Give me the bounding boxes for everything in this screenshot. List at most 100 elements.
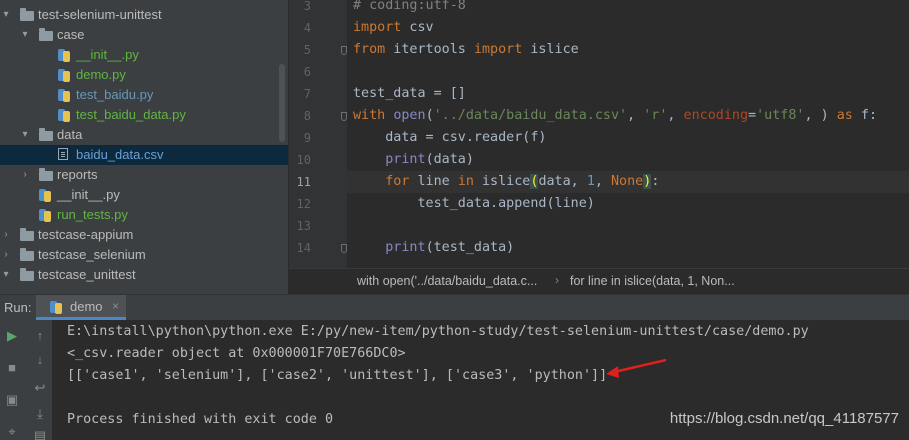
tree-item[interactable]: baidu_data.csv	[0, 145, 288, 165]
chevron-down-icon[interactable]: ▾	[19, 125, 31, 145]
scroll-up-icon[interactable]: ↑	[30, 326, 50, 346]
line-number: 7	[303, 87, 311, 101]
chevron-right-icon[interactable]: ›	[0, 225, 12, 245]
code-line[interactable]: import csv	[353, 17, 434, 39]
tree-item[interactable]: __init__.py	[0, 185, 288, 205]
tree-item[interactable]: demo.py	[0, 65, 288, 85]
code-line[interactable]: from itertools import islice	[353, 39, 579, 61]
code-line[interactable]: for line in islice(data, 1, None):	[353, 171, 659, 193]
tree-item[interactable]: › testcase-appium	[0, 225, 288, 245]
code-token: print	[385, 152, 426, 167]
chevron-down-icon[interactable]: ▾	[0, 5, 12, 25]
code-token: itertools	[385, 42, 474, 57]
restore-layout-icon[interactable]: ▣	[2, 390, 22, 410]
tree-item-label: testcase-appium	[38, 227, 134, 242]
python-file-icon	[58, 68, 72, 82]
code-line[interactable]: test_data = []	[353, 83, 466, 105]
tree-item[interactable]: test_baidu.py	[0, 85, 288, 105]
tree-item[interactable]: ▾ case	[0, 25, 288, 45]
rerun-icon[interactable]: ▶	[2, 326, 22, 346]
python-file-icon	[58, 108, 72, 122]
tree-item-label: test_baidu_data.py	[76, 107, 186, 122]
line-number: 3	[303, 0, 311, 13]
run-toolbar: ▶ ↑ ■ ↓ ▣ ↩ ⤓ ▤ ⌖	[0, 320, 52, 440]
scroll-down-icon[interactable]: ↓	[30, 350, 50, 370]
code-token: 'r'	[643, 108, 668, 123]
tree-item[interactable]: ▾ data	[0, 125, 288, 145]
chevron-right-icon[interactable]: ›	[0, 245, 12, 265]
line-number: 9	[303, 131, 311, 145]
tree-item-label: __init__.py	[76, 47, 139, 62]
code-token: test_data.append(line)	[353, 196, 595, 211]
tree-item[interactable]: ▾ test-selenium-unittest	[0, 5, 288, 25]
code-editor[interactable]: 3 4 5 6 7 8 9 10 11 12 13 14 # coding:utf-8 import c…	[289, 0, 909, 268]
fold-icon[interactable]	[341, 112, 347, 121]
print-icon[interactable]: ▤	[30, 426, 50, 440]
tree-item[interactable]: › testcase_selenium	[0, 245, 288, 265]
breadcrumb: with open('../data/baidu_data.c... › for…	[289, 268, 909, 294]
breadcrumb-item-for-loop[interactable]: for line in islice(data, 1, Non...	[570, 274, 735, 288]
line-number: 6	[303, 65, 311, 79]
tree-item-label: case	[57, 27, 85, 42]
tree-item[interactable]: run_tests.py	[0, 205, 288, 225]
code-token: ,	[627, 108, 644, 123]
code-token: f:	[852, 108, 878, 123]
chevron-down-icon[interactable]: ▾	[19, 25, 31, 45]
run-tab-demo[interactable]: demo ×	[36, 295, 126, 320]
run-tab-label: demo	[70, 299, 103, 314]
code-line[interactable]: data = csv.reader(f)	[353, 127, 546, 149]
code-token: for	[385, 174, 410, 189]
annotation-arrow-shaft	[613, 358, 667, 374]
tree-item[interactable]: test_baidu_data.py	[0, 105, 288, 125]
chevron-down-icon[interactable]: ▾	[0, 265, 12, 285]
close-icon[interactable]: ×	[112, 299, 119, 313]
python-file-icon	[39, 208, 53, 222]
code-token: open	[393, 108, 426, 123]
breadcrumb-item-with-open[interactable]: with open('../data/baidu_data.c...	[357, 274, 537, 288]
code-token: in	[457, 174, 474, 189]
console-line-exit: Process finished with exit code 0	[67, 412, 334, 427]
tree-item-label: data	[57, 127, 83, 142]
code-token: ,	[667, 108, 684, 123]
scroll-to-end-icon[interactable]: ⤓	[30, 404, 50, 424]
tree-item[interactable]: › reports	[0, 165, 288, 185]
folder-icon	[20, 268, 34, 281]
code-token: (	[425, 108, 434, 123]
line-number: 8	[303, 109, 311, 123]
tree-item-label: test-selenium-unittest	[38, 7, 162, 22]
tree-item-label: testcase_selenium	[38, 247, 146, 262]
tree-item[interactable]: __init__.py	[0, 45, 288, 65]
pin-icon[interactable]: ⌖	[2, 422, 22, 440]
code-line[interactable]: with open('../data/baidu_data.csv', 'r',…	[353, 105, 877, 127]
code-token: data,	[538, 174, 587, 189]
folder-icon	[39, 168, 53, 181]
fold-icon[interactable]	[341, 244, 347, 253]
console-line-reader: <_csv.reader object at 0x000001F70E766DC…	[67, 346, 406, 361]
code-token: :	[651, 174, 660, 189]
project-scrollbar[interactable]	[279, 64, 285, 142]
line-number-gutter: 3 4 5 6 7 8 9 10 11 12 13 14	[289, 0, 347, 268]
tree-item[interactable]: ▾ testcase_unittest	[0, 265, 288, 285]
folder-icon	[20, 8, 34, 21]
tree-item-label: test_baidu.py	[76, 87, 154, 102]
code-line[interactable]: test_data.append(line)	[353, 193, 595, 215]
ide-window: ▾ test-selenium-unittest ▾ case __init__.py d…	[0, 0, 909, 440]
soft-wrap-icon[interactable]: ↩	[30, 378, 50, 398]
code-line[interactable]: # coding:utf-8	[353, 0, 466, 17]
python-file-icon	[58, 88, 72, 102]
tree-item-label: testcase_unittest	[38, 267, 136, 282]
stop-icon[interactable]: ■	[2, 358, 22, 378]
code-line[interactable]: print(data)	[353, 149, 474, 171]
code-token: csv	[401, 20, 434, 35]
fold-icon[interactable]	[341, 46, 347, 55]
code-token: data = csv.reader(f)	[353, 130, 547, 145]
python-file-icon	[50, 300, 64, 314]
run-tool-header: Run: demo ×	[0, 294, 909, 320]
csv-file-icon	[58, 148, 68, 160]
code-token: islice	[522, 42, 579, 57]
chevron-right-icon[interactable]: ›	[19, 165, 31, 185]
annotation-arrow-head	[606, 366, 619, 378]
code-line[interactable]: print(test_data)	[353, 237, 514, 259]
tree-item-label: baidu_data.csv	[76, 147, 164, 162]
